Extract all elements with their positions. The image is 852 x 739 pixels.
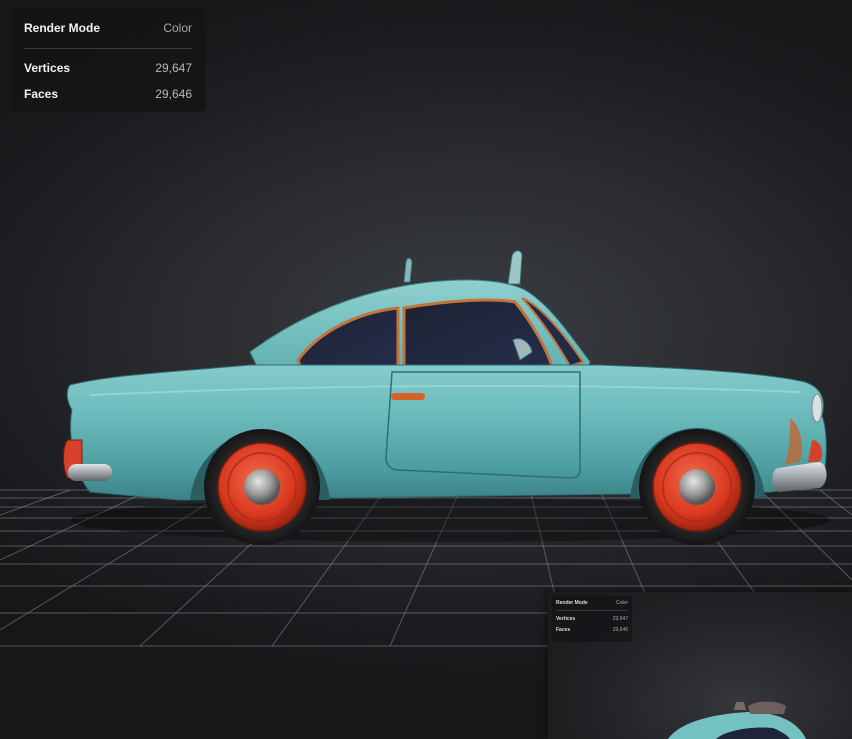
headlight — [811, 393, 823, 423]
vertices-label: Vertices — [24, 61, 71, 75]
model-stats-panel: Render Mode Color Vertices 29,647 Faces … — [10, 8, 206, 112]
front-wheel — [639, 429, 755, 545]
door-handle — [391, 393, 425, 400]
3d-viewport[interactable]: Render Mode Color Vertices 29,647 Faces … — [0, 0, 852, 739]
render-mode-value[interactable]: Color — [163, 21, 192, 35]
front-antenna — [507, 250, 523, 285]
faces-label: Faces — [24, 87, 59, 101]
vertices-row: Vertices 29,647 — [24, 55, 192, 81]
rear-wheel — [204, 429, 320, 545]
faces-value: 29,646 — [155, 87, 192, 101]
render-mode-row[interactable]: Render Mode Color — [24, 8, 192, 49]
render-mode-label: Render Mode — [24, 21, 101, 35]
thumbnail-antenna — [734, 702, 746, 710]
car-model[interactable] — [63, 250, 831, 545]
rear-antenna — [403, 257, 413, 283]
faces-row: Faces 29,646 — [24, 81, 192, 107]
thumbnail-roof-rack — [748, 701, 786, 714]
thumbnail-car-view — [668, 701, 806, 739]
vertices-value: 29,647 — [155, 61, 192, 75]
preview-thumbnail[interactable]: Render Mode Color Vertices 29,647 Faces … — [548, 592, 852, 739]
rear-bumper — [68, 464, 112, 481]
